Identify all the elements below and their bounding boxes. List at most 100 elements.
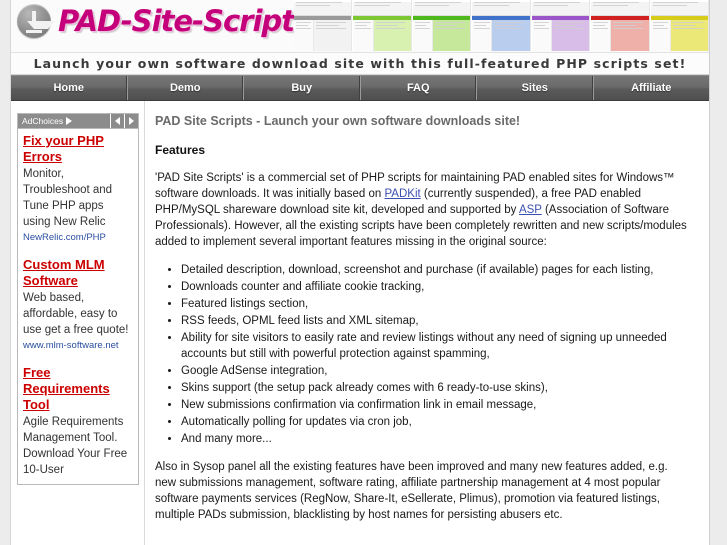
skin-previews-strip[interactable] [294, 0, 709, 51]
skin-thumb-line [474, 22, 490, 23]
ad-prev-button[interactable] [110, 114, 124, 128]
skin-thumb-col-right [433, 20, 471, 51]
skin-thumb-col-left [650, 20, 671, 51]
skin-thumbnail-skin-red[interactable] [591, 0, 650, 51]
skin-thumb-line [296, 28, 312, 29]
sidebar-ad: Custom MLM Software Web based, affordable… [23, 257, 133, 353]
skin-thumb-line [553, 22, 584, 23]
skin-thumb-line [533, 28, 550, 29]
skin-thumbnail-skin-gray[interactable] [294, 0, 353, 51]
skin-thumbnail-skin-lime[interactable] [412, 0, 472, 51]
intro-paragraph: 'PAD Site Scripts' is a commercial set o… [155, 170, 691, 250]
skin-thumb-line [355, 28, 371, 29]
skin-thumb-header [650, 2, 708, 16]
nav-affiliate[interactable]: Affiliate [594, 76, 710, 100]
skin-thumb-body [531, 20, 590, 51]
ad-display-url[interactable]: NewRelic.com/PHP [23, 231, 133, 245]
main-content: PAD Site Scripts - Launch your own softw… [144, 101, 709, 545]
chevron-left-icon [115, 117, 120, 125]
skin-thumbnail-skin-yellow[interactable] [650, 0, 709, 51]
skin-thumb-line [652, 25, 665, 26]
skin-thumb-line [375, 22, 406, 23]
skin-thumb-line [553, 28, 584, 29]
skin-thumb-body [294, 20, 352, 51]
skin-thumb-line [355, 25, 367, 26]
feature-item: RSS feeds, OPML feed lists and XML sitem… [181, 313, 691, 329]
skin-thumb-col-left [353, 20, 374, 51]
skin-thumb-line [296, 5, 331, 6]
ad-title-link[interactable]: Free Requirements Tool [23, 365, 133, 413]
adchoices-label-wrap[interactable]: AdChoices [18, 114, 110, 128]
feature-item: Detailed description, download, screensh… [181, 262, 691, 278]
skin-thumb-line [355, 22, 371, 23]
skin-thumb-line [593, 22, 609, 23]
main-navigation[interactable]: Home Demo Buy FAQ Sites Affiliate [11, 75, 709, 101]
skin-thumb-line [672, 22, 703, 23]
skin-thumb-line [613, 22, 644, 23]
sidebar-ad: Free Requirements Tool Agile Requirements… [23, 365, 133, 478]
feature-item: Ability for site visitors to easily rate… [181, 330, 691, 362]
site-logo[interactable]: PAD-Site-Scripts [17, 4, 311, 38]
skin-thumb-line [652, 28, 668, 29]
skin-thumb-line [355, 5, 390, 6]
skin-thumb-body [472, 20, 530, 51]
skin-thumb-line [593, 5, 628, 6]
skin-thumb-body [412, 20, 471, 51]
sidebar-ads: AdChoices Fix your PHP Errors Monitor, Tr… [11, 101, 144, 485]
skin-thumbnail-skin-green[interactable] [353, 0, 412, 51]
nav-demo[interactable]: Demo [128, 76, 244, 100]
page-sheet: PAD-Site-Scripts Launch your own softwar… [10, 0, 710, 545]
logo-text: PAD-Site-Scripts [58, 4, 311, 38]
feature-item: Featured listings section, [181, 296, 691, 312]
ad-separator [23, 245, 133, 257]
skin-thumb-header [412, 2, 471, 16]
feature-item: Skins support (the setup pack already co… [181, 380, 691, 396]
skin-thumb-line [414, 28, 431, 29]
skin-thumb-line [435, 22, 465, 23]
feature-item: Automatically polling for updates via cr… [181, 414, 691, 430]
skin-thumb-line [435, 28, 465, 29]
skin-thumb-line [414, 5, 450, 6]
skin-thumb-col-left [531, 20, 552, 51]
skin-thumbnail-skin-purple[interactable] [531, 0, 591, 51]
nav-home[interactable]: Home [11, 76, 128, 100]
skin-thumb-col-left [472, 20, 493, 51]
ad-title-link[interactable]: Custom MLM Software [23, 257, 133, 289]
adsense-block: AdChoices Fix your PHP Errors Monitor, Tr… [17, 113, 139, 485]
skin-thumb-header [294, 2, 352, 16]
ad-description: Monitor, Troubleshoot and Tune PHP apps … [23, 168, 113, 228]
asp-link[interactable]: ASP [519, 204, 542, 216]
ad-display-url[interactable]: www.mlm-software.net [23, 339, 133, 353]
ad-next-button[interactable] [124, 114, 138, 128]
skin-thumb-line [593, 25, 605, 26]
skin-thumb-line [652, 2, 699, 3]
skin-thumb-line [494, 25, 517, 26]
skin-thumb-line [533, 2, 580, 3]
skin-thumb-col-right [670, 20, 708, 51]
skin-thumbnail-skin-blue[interactable] [472, 0, 531, 51]
feature-item: Downloads counter and affiliate cookie t… [181, 279, 691, 295]
nav-buy[interactable]: Buy [244, 76, 361, 100]
skin-thumb-line [414, 22, 431, 23]
skin-thumb-line [533, 22, 550, 23]
skin-thumb-col-right [551, 20, 590, 51]
page-title: PAD Site Scripts - Launch your own softw… [155, 114, 521, 128]
skin-thumb-header [353, 2, 411, 16]
ad-title-link[interactable]: Fix your PHP Errors [23, 133, 133, 165]
skin-thumb-line [355, 2, 402, 3]
skin-thumb-line [494, 22, 525, 23]
nav-sites[interactable]: Sites [477, 76, 594, 100]
adchoices-triangle-icon [66, 117, 73, 125]
download-icon-bar [26, 30, 42, 33]
skin-thumb-line [296, 22, 312, 23]
adchoices-nav[interactable] [110, 114, 138, 128]
nav-faq[interactable]: FAQ [361, 76, 477, 100]
skin-thumb-line [613, 25, 636, 26]
adchoices-bar[interactable]: AdChoices [18, 114, 138, 129]
content-row: AdChoices Fix your PHP Errors Monitor, Tr… [11, 101, 709, 545]
padkit-link[interactable]: PADKit [384, 188, 420, 200]
page-gutter-right [710, 0, 727, 545]
skin-thumb-line [474, 25, 486, 26]
page-root: PAD-Site-Scripts Launch your own softwar… [0, 0, 727, 545]
skin-thumb-line [593, 2, 640, 3]
